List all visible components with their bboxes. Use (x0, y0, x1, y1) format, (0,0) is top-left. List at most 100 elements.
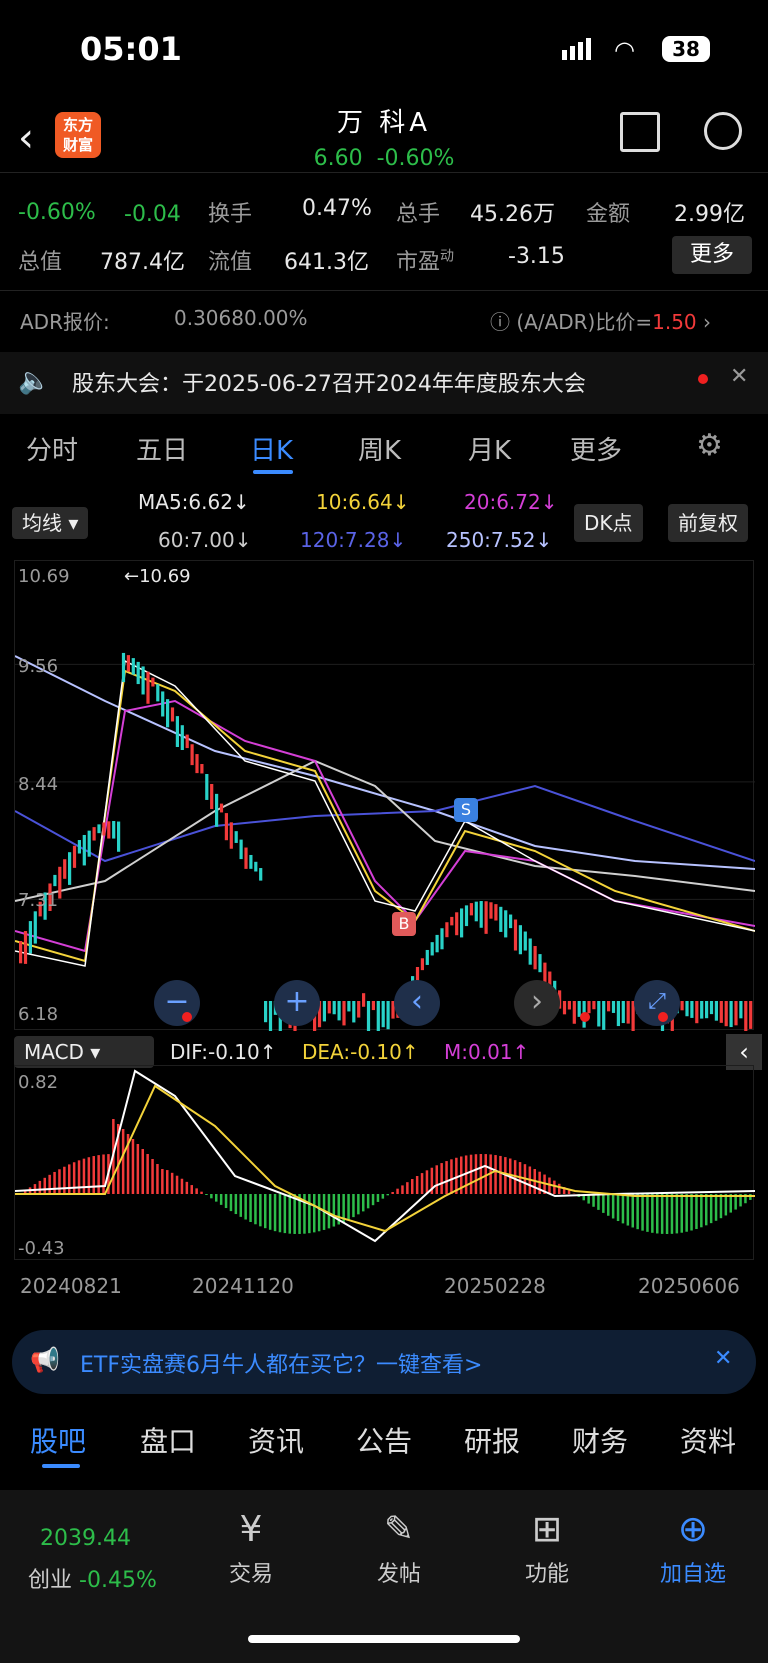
macd-bar (725, 1194, 728, 1215)
tab-intraday[interactable]: 分时 (26, 430, 78, 467)
tab-5day[interactable]: 五日 (136, 430, 188, 467)
nav-post[interactable]: ✎ 发帖 (344, 1510, 454, 1588)
megaphone-icon: 📢 (30, 1346, 60, 1374)
candle (710, 1001, 713, 1014)
candle (573, 1001, 576, 1024)
nav-function[interactable]: ⊞ 功能 (492, 1510, 602, 1588)
macd-bar (313, 1194, 316, 1232)
macd-bar (284, 1194, 287, 1233)
tab-daily[interactable]: 日K (250, 430, 293, 467)
candle (514, 920, 517, 951)
macd-bar (661, 1194, 664, 1234)
candle (534, 946, 537, 969)
candle (117, 822, 120, 852)
tab-weekly[interactable]: 周K (358, 430, 401, 467)
candle (597, 1001, 600, 1026)
banner-text[interactable]: ETF实盘赛6月牛人都在买它？一键查看> (80, 1347, 482, 1379)
macd-bar (78, 1160, 81, 1194)
macd-bar (142, 1149, 145, 1194)
candle (705, 1001, 708, 1018)
adjust-button[interactable]: 前复权 (668, 504, 748, 542)
nav-add[interactable]: ⊕ 加自选 (638, 1510, 748, 1588)
adr-price: 0.3068 (174, 306, 244, 330)
macd-bar (205, 1194, 208, 1195)
signal-icon (562, 38, 594, 60)
tab-profile[interactable]: 资料 (680, 1420, 736, 1460)
prev-button[interactable]: ‹ (394, 980, 440, 1026)
tab-guba[interactable]: 股吧 (30, 1420, 86, 1460)
macd-bar (426, 1170, 429, 1194)
macd-bar (200, 1192, 203, 1194)
share-icon[interactable] (620, 112, 660, 152)
zoom-in-button[interactable]: + (274, 980, 320, 1026)
candle (519, 925, 522, 954)
status-time: 05:01 (80, 30, 182, 68)
candle (627, 1001, 630, 1024)
tab-news[interactable]: 资讯 (248, 1420, 304, 1460)
macd-selector[interactable]: MACD ▾ (14, 1036, 154, 1068)
candle (200, 764, 203, 773)
candle (323, 1001, 326, 1021)
nav-trade[interactable]: ¥ 交易 (196, 1510, 306, 1588)
candle (34, 911, 37, 943)
macd-line (15, 1071, 755, 1241)
macd-bar (499, 1156, 502, 1194)
candle (475, 902, 478, 922)
tab-more[interactable]: 更多 (570, 430, 622, 467)
gear-icon[interactable]: ⚙ (696, 428, 723, 463)
kline-chart[interactable] (14, 560, 754, 1030)
zoom-out-button[interactable]: − (154, 980, 200, 1026)
macd-bar (671, 1194, 674, 1234)
candle (58, 867, 61, 899)
macd-bar (151, 1159, 154, 1194)
index-name[interactable]: 创业 -0.45% (28, 1562, 157, 1594)
candle (509, 915, 512, 929)
macd-chart[interactable] (14, 1065, 754, 1260)
candle (685, 1001, 688, 1016)
search-icon[interactable] (704, 112, 742, 150)
dk-button[interactable]: DK点 (574, 504, 643, 542)
macd-bar (377, 1194, 380, 1202)
index-value[interactable]: 2039.44 (40, 1526, 131, 1551)
adr-ratio-label[interactable]: ⓘ (A/ADR)比价=1.50 › (490, 306, 711, 335)
candle (436, 935, 439, 952)
macd-bar (705, 1194, 708, 1225)
candle (215, 794, 218, 827)
macd-bar (146, 1154, 149, 1194)
fullscreen-button[interactable]: ⤢ (634, 980, 680, 1026)
tab-research[interactable]: 研报 (464, 1420, 520, 1460)
macd-bar (676, 1194, 679, 1233)
candle (328, 1001, 331, 1013)
more-button[interactable]: 更多 (672, 236, 752, 274)
xtick-2: 20241120 (192, 1274, 294, 1298)
candle (460, 908, 463, 937)
candle (681, 1001, 684, 1010)
candle (382, 1001, 385, 1027)
macd-bar (83, 1159, 86, 1194)
macd-bar (411, 1179, 414, 1194)
dea-label: DEA:-0.10↑ (302, 1040, 419, 1064)
candle (132, 658, 135, 675)
macd-bar (710, 1194, 713, 1223)
tab-pankou[interactable]: 盘口 (140, 1420, 196, 1460)
tab-monthly[interactable]: 月K (468, 430, 511, 467)
macd-bar (607, 1194, 610, 1216)
macd-bar (391, 1192, 394, 1194)
candle (690, 1001, 693, 1018)
candle (524, 932, 527, 951)
close-icon[interactable]: ✕ (730, 364, 748, 389)
banner-close-icon[interactable]: ✕ (714, 1346, 732, 1371)
macd-bar (318, 1194, 321, 1231)
candle (617, 1001, 620, 1026)
tab-announce[interactable]: 公告 (356, 1420, 412, 1460)
macd-bar (53, 1172, 56, 1194)
macd-bar (97, 1155, 100, 1194)
candle (166, 699, 169, 727)
ma-selector[interactable]: 均线 ▾ (12, 507, 88, 539)
xtick-4: 20250606 (638, 1274, 740, 1298)
next-button[interactable]: › (514, 980, 560, 1026)
candle (480, 901, 483, 928)
tab-finance[interactable]: 财务 (572, 1420, 628, 1460)
macd-bar (259, 1194, 262, 1226)
notice-text[interactable]: 股东大会：于2025-06-27召开2024年年度股东大会 (72, 366, 586, 398)
